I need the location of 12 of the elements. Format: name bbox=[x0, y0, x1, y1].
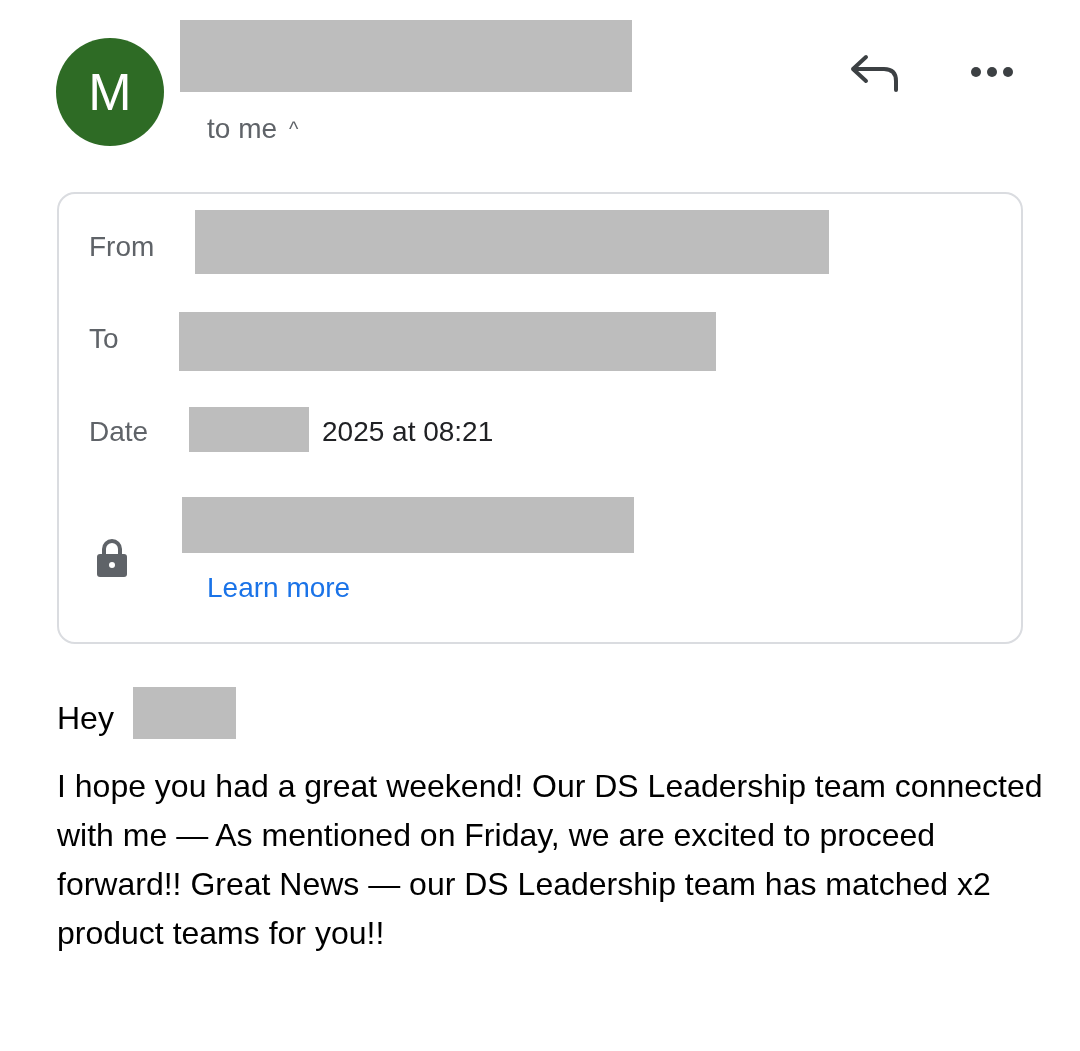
greeting: Hey bbox=[57, 699, 114, 738]
recipient-toggle[interactable]: to me ^ bbox=[207, 108, 299, 150]
to-label: To bbox=[89, 322, 119, 356]
learn-more-link[interactable]: Learn more bbox=[207, 567, 351, 609]
date-value: 2025 at 08:21 bbox=[322, 415, 494, 449]
email-body-paragraph: I hope you had a great weekend! Our DS Leadership team connected with me — As mentioned on Friday, we are excited to proceed forward!! Great News — our DS Leadership team has matched x2 product teams for you!! bbox=[57, 767, 1044, 953]
from-label: From bbox=[89, 230, 155, 264]
reply-icon[interactable] bbox=[850, 54, 900, 92]
date-label: Date bbox=[89, 415, 149, 449]
lock-icon bbox=[95, 538, 129, 578]
avatar: M bbox=[56, 38, 164, 146]
more-options-icon[interactable] bbox=[970, 66, 1014, 78]
